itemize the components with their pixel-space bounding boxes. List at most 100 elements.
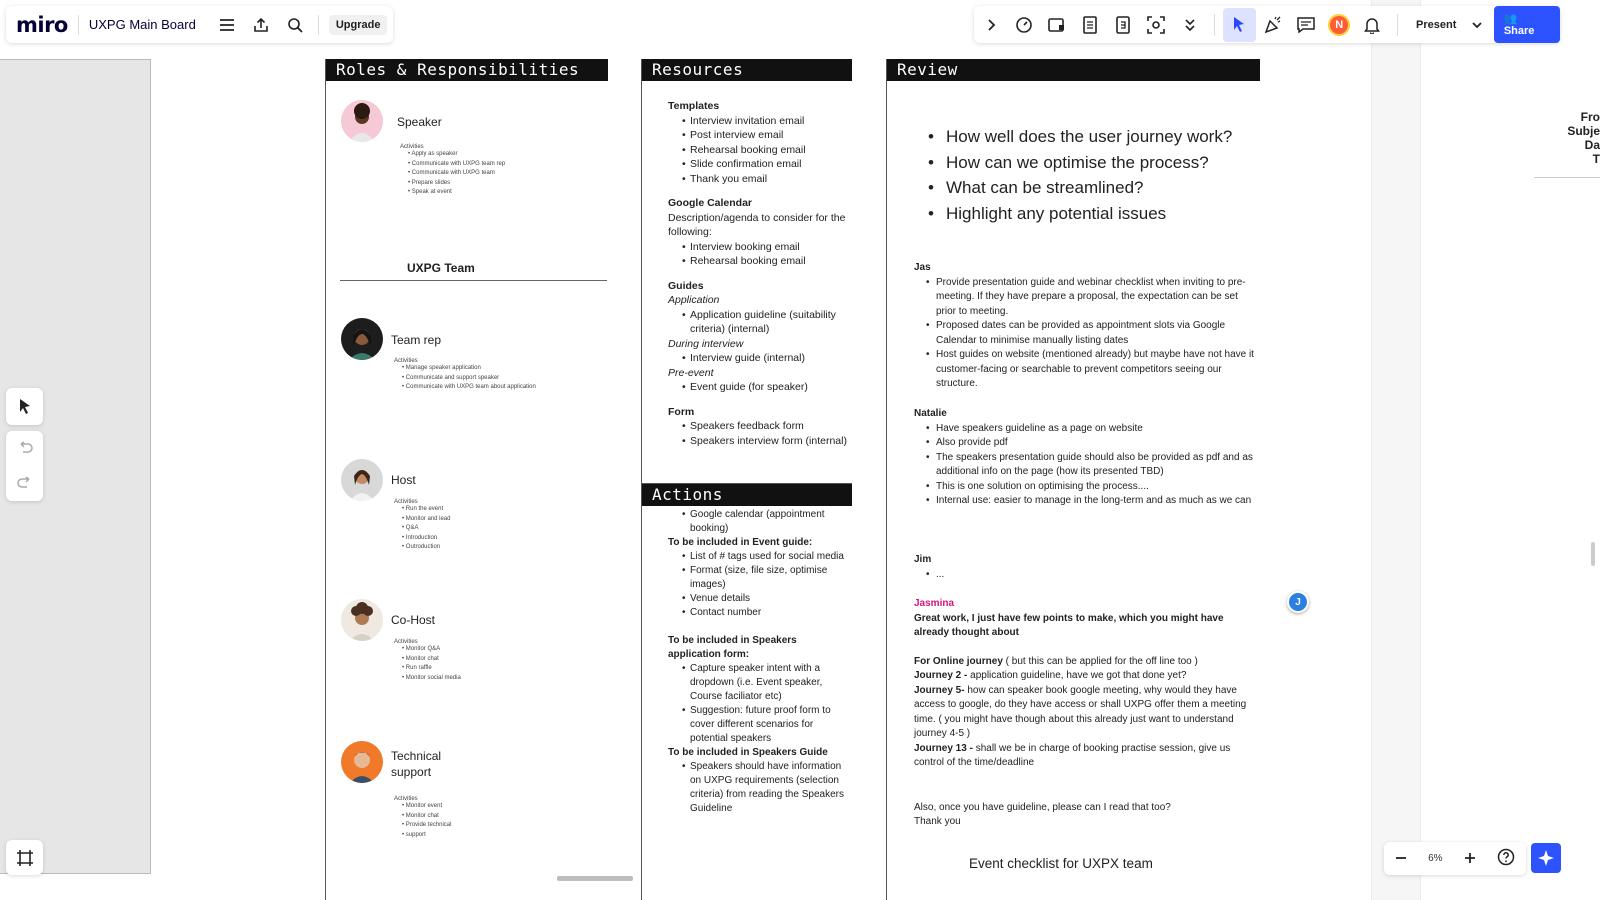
- role-team-rep[interactable]: [341, 318, 383, 360]
- activity-item: Monitor chat: [402, 655, 461, 665]
- guides-list: Interview guide (internal): [668, 351, 848, 366]
- sparkle-icon: [1538, 850, 1554, 866]
- bell-icon[interactable]: [1356, 8, 1389, 42]
- resize-handle[interactable]: [1591, 542, 1595, 566]
- list-item: Venue details: [682, 592, 848, 606]
- activities-list: Monitor event Monitor chat Provide techn…: [394, 802, 452, 840]
- activity-item: Introduction: [402, 534, 450, 544]
- board-canvas[interactable]: Fro Subje Da T Roles & Responsibilities …: [0, 0, 1600, 900]
- journey-label: Journey 5-: [914, 684, 965, 696]
- role-technical-support[interactable]: [341, 741, 383, 783]
- list-item: Proposed dates can be provided as appoin…: [926, 319, 1259, 348]
- list-item: List of # tags used for social media: [682, 550, 848, 564]
- user-avatar[interactable]: N: [1323, 8, 1356, 42]
- jasmina-intro: Great work, I just have few points to ma…: [914, 612, 1224, 639]
- undo-redo-panel: [6, 431, 43, 501]
- zoom-level[interactable]: 6%: [1428, 853, 1442, 864]
- calendar-heading: Google Calendar: [668, 197, 753, 209]
- role-co-host[interactable]: [341, 599, 383, 641]
- list-item: Have speakers guideline as a page on web…: [926, 422, 1259, 437]
- ai-assist-button[interactable]: [1531, 843, 1561, 873]
- list-item: Speakers feedback form: [682, 419, 848, 434]
- role-activities: Activities Monitor Q&A Monitor chat Run …: [394, 639, 461, 683]
- online-label: For Online journey: [914, 655, 1003, 667]
- speakers-guide-heading: To be included in Speakers Guide: [668, 747, 828, 758]
- activities-list: Apply as speaker Communicate with UXPG t…: [400, 150, 505, 198]
- help-icon[interactable]: [1497, 848, 1515, 869]
- chevrons-down-icon[interactable]: [1173, 8, 1206, 42]
- list-item: Host guides on website (mentioned alread…: [926, 348, 1259, 392]
- question-item: Highlight any potential issues: [928, 201, 1232, 227]
- activity-item: Run raffle: [402, 664, 461, 674]
- host-avatar: [341, 459, 383, 501]
- templates-list: Interview invitation email Post intervie…: [668, 114, 848, 187]
- zoom-in-icon[interactable]: [1464, 851, 1476, 867]
- undo-icon[interactable]: [17, 440, 33, 458]
- role-host[interactable]: [341, 459, 383, 501]
- share-label: Share: [1503, 25, 1535, 37]
- card-icon[interactable]: [1040, 8, 1073, 42]
- list-item: Post interview email: [682, 128, 848, 143]
- reviewer-name: Natalie: [914, 408, 947, 419]
- checklist-title: Event checklist for UXPX team: [969, 856, 1153, 871]
- form-list: Speakers feedback form Speakers intervie…: [668, 419, 848, 448]
- select-tool[interactable]: [6, 388, 43, 425]
- list-item: Internal use: easier to manage in the lo…: [926, 494, 1259, 509]
- activity-item: Provide technical: [402, 821, 452, 831]
- divider: [1397, 13, 1398, 36]
- team-rep-avatar: [341, 318, 383, 360]
- review-list: Provide presentation guide and webinar c…: [914, 276, 1259, 392]
- present-button[interactable]: Present: [1406, 19, 1466, 31]
- user-initial: N: [1328, 13, 1351, 36]
- list-item: Speakers interview form (internal): [682, 434, 848, 449]
- closing-text: Also, once you have guideline, please ca…: [914, 801, 1171, 813]
- journey-label: Journey 2 -: [914, 670, 968, 681]
- timer-icon[interactable]: [1007, 8, 1040, 42]
- review-natalie: Natalie Have speakers guideline as a pag…: [914, 407, 1259, 509]
- review-questions: How well does the user journey work? How…: [928, 124, 1232, 226]
- chevron-right-icon[interactable]: [974, 8, 1007, 42]
- list-item: Rehearsal booking email: [682, 143, 848, 158]
- zoom-out-icon[interactable]: [1395, 851, 1407, 867]
- redo-icon[interactable]: [16, 475, 33, 493]
- chevron-down-icon[interactable]: [1466, 8, 1487, 42]
- tech-support-avatar: [341, 741, 383, 783]
- list-item: Contact number: [682, 606, 848, 620]
- templates-heading: Templates: [668, 100, 720, 112]
- list-item: Capture speaker intent with a dropdown (…: [682, 662, 848, 704]
- board-name[interactable]: UXPG Main Board: [89, 17, 196, 32]
- miro-logo[interactable]: miro: [16, 13, 68, 37]
- activity-item: Monitor and lead: [402, 515, 451, 525]
- role-speaker[interactable]: [341, 100, 383, 142]
- frames-button[interactable]: [6, 840, 43, 875]
- divider: [77, 14, 79, 35]
- event-guide-list: List of # tags used for social media For…: [668, 550, 848, 620]
- list-item: This is one solution on optimising the p…: [926, 480, 1259, 495]
- thanks-text: Thank you: [914, 816, 961, 827]
- comment-icon[interactable]: [1290, 8, 1323, 42]
- list-item: Suggestion: future proof form to cover d…: [682, 704, 848, 746]
- doc-icon[interactable]: [1074, 8, 1107, 42]
- list-item: Event guide (for speaker): [682, 380, 848, 395]
- share-button[interactable]: 👥 Share: [1493, 6, 1561, 43]
- upgrade-button[interactable]: Upgrade: [328, 14, 388, 35]
- menu-icon[interactable]: [214, 12, 240, 38]
- question-item: What can be streamlined?: [928, 175, 1232, 201]
- activity-item: Outroduction: [402, 543, 450, 553]
- list-item: Rehearsal booking email: [682, 254, 848, 269]
- celebrate-icon[interactable]: [1256, 8, 1289, 42]
- app-form-list: Capture speaker intent with a dropdown (…: [668, 662, 848, 746]
- co-host-avatar: [341, 599, 383, 641]
- question-item: How well does the user journey work?: [928, 124, 1232, 150]
- activity-continuation: support: [405, 831, 426, 838]
- review-list: ...: [914, 568, 1259, 583]
- horizontal-scrollbar[interactable]: [557, 876, 633, 881]
- zoom-controls: 6%: [1384, 842, 1526, 875]
- roles-title: Roles & Responsibilities: [326, 59, 608, 81]
- cursor-icon[interactable]: [1223, 7, 1257, 42]
- question-item: How can we optimise the process?: [928, 150, 1232, 176]
- search-icon[interactable]: [282, 12, 308, 38]
- calc-icon[interactable]: [1107, 8, 1140, 42]
- focus-icon[interactable]: [1140, 8, 1173, 42]
- export-icon[interactable]: [248, 12, 274, 38]
